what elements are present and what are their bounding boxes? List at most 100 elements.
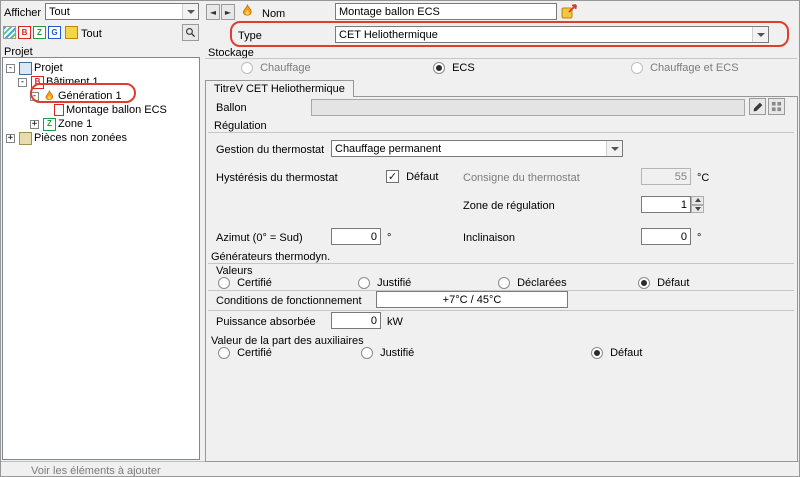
tree-item-projet[interactable]: - Projet — [6, 61, 63, 75]
arrow-right-icon: ► — [225, 8, 231, 17]
radio-label: Chauffage et ECS — [650, 62, 738, 74]
radio-label: Déclarées — [517, 277, 567, 289]
spin-up-icon[interactable] — [691, 196, 704, 205]
zone-regulation-input[interactable] — [641, 196, 691, 213]
tree-item-label: Bâtiment 1 — [46, 76, 99, 88]
defaut-checkbox[interactable]: ✓ Défaut — [386, 170, 438, 183]
regulation-divider — [208, 132, 794, 133]
tree-item-zone[interactable]: + Z Zone 1 — [30, 117, 92, 131]
expand-icon[interactable]: + — [6, 134, 15, 143]
radio-label: ECS — [452, 62, 475, 74]
expand-icon[interactable]: + — [30, 120, 39, 129]
radio-icon — [218, 277, 230, 289]
radio-icon — [241, 62, 253, 74]
chevron-down-icon[interactable] — [182, 4, 198, 19]
nav-forward-button[interactable]: ► — [221, 4, 235, 20]
inclinaison-label: Inclinaison — [463, 232, 515, 244]
filter-all-layers-icon[interactable] — [3, 26, 16, 39]
filter-groupe-icon[interactable]: G — [48, 26, 61, 39]
type-value: CET Heliothermique — [336, 27, 752, 42]
radio-icon — [631, 62, 643, 74]
radio-valeurs-justifie[interactable]: Justifié — [358, 277, 411, 289]
project-tree: - Projet - B Bâtiment 1 - Génération 1 M… — [2, 57, 200, 460]
conditions-divider — [208, 310, 794, 311]
tree-item-label: Projet — [34, 62, 63, 74]
consigne-unit: °C — [697, 172, 709, 184]
nav-back-button[interactable]: ◄ — [206, 4, 220, 20]
search-icon — [185, 27, 196, 38]
radio-valeurs-defaut[interactable]: Défaut — [638, 277, 689, 289]
inclinaison-unit: ° — [697, 232, 701, 244]
filter-zone-icon[interactable]: Z — [33, 26, 46, 39]
auxiliaires-label: Valeur de la part des auxiliaires — [211, 335, 364, 347]
tree-footer-hint: Voir les éléments à ajouter — [31, 465, 161, 477]
radio-icon — [218, 347, 230, 359]
arrow-left-icon: ◄ — [210, 8, 216, 17]
wizard-button[interactable] — [560, 2, 579, 21]
tab-label: TitreV CET Heliothermique — [214, 83, 345, 95]
valeurs-label: Valeurs — [216, 265, 252, 277]
radio-aux-defaut[interactable]: Défaut — [591, 347, 642, 359]
zone-regulation-stepper[interactable] — [691, 196, 704, 213]
consigne-label: Consigne du thermostat — [463, 172, 580, 184]
consigne-input[interactable] — [641, 168, 691, 185]
radio-label: Justifié — [380, 347, 414, 359]
hysteresis-label: Hystérésis du thermostat — [216, 172, 338, 184]
rooms-icon — [19, 132, 32, 145]
radio-icon — [358, 277, 370, 289]
radio-aux-certifie[interactable]: Certifié — [218, 347, 272, 359]
zone-regulation-label: Zone de régulation — [463, 200, 555, 212]
radio-stockage-ecs[interactable]: ECS — [433, 62, 475, 74]
checkbox-label: Défaut — [406, 171, 438, 183]
radio-label: Chauffage — [260, 62, 311, 74]
tree-item-label: Montage ballon ECS — [66, 104, 167, 116]
tree-item-generation[interactable]: - Génération 1 — [30, 89, 122, 103]
tree-item-label: Zone 1 — [58, 118, 92, 130]
puissance-unit: kW — [387, 316, 403, 328]
afficher-dropdown[interactable]: Tout — [45, 3, 199, 20]
collapse-icon[interactable]: - — [30, 92, 39, 101]
nom-input[interactable] — [335, 3, 557, 20]
gestion-thermostat-dropdown[interactable]: Chauffage permanent — [331, 140, 623, 157]
collapse-icon[interactable]: - — [18, 78, 27, 87]
ballon-field[interactable] — [311, 99, 745, 116]
inclinaison-input[interactable] — [641, 228, 691, 245]
collapse-icon[interactable]: - — [6, 64, 15, 73]
batiment-icon: B — [31, 76, 44, 89]
ballon-edit-button[interactable] — [749, 98, 766, 115]
radio-stockage-chauffage[interactable]: Chauffage — [241, 62, 311, 74]
radio-aux-justifie[interactable]: Justifié — [361, 347, 414, 359]
tree-item-pieces[interactable]: + Pièces non zonées — [6, 131, 127, 145]
tree-item-montage[interactable]: Montage ballon ECS — [54, 103, 167, 117]
azimut-input[interactable] — [331, 228, 381, 245]
radio-valeurs-certifie[interactable]: Certifié — [218, 277, 272, 289]
filter-batiment-icon[interactable]: B — [18, 26, 31, 39]
ballon-picker-button[interactable] — [768, 98, 785, 115]
nom-label: Nom — [262, 8, 285, 20]
radio-stockage-chauffage-ecs[interactable]: Chauffage et ECS — [631, 62, 739, 74]
radio-valeurs-declarees[interactable]: Déclarées — [498, 277, 567, 289]
radio-icon — [433, 62, 445, 74]
type-dropdown[interactable]: CET Heliothermique — [335, 26, 769, 43]
stockage-divider — [205, 58, 797, 59]
conditions-field[interactable]: +7°C / 45°C — [376, 291, 568, 308]
puissance-label: Puissance absorbée — [216, 316, 316, 328]
azimut-unit: ° — [387, 232, 391, 244]
radio-icon — [638, 277, 650, 289]
spin-down-icon[interactable] — [691, 205, 704, 214]
azimut-label: Azimut (0° = Sud) — [216, 232, 303, 244]
regulation-title: Régulation — [214, 120, 267, 132]
radio-label: Justifié — [377, 277, 411, 289]
puissance-input[interactable] — [331, 312, 381, 329]
afficher-value: Tout — [46, 4, 182, 19]
conditions-label: Conditions de fonctionnement — [216, 295, 362, 307]
generateurs-divider — [208, 263, 794, 264]
radio-icon — [498, 277, 510, 289]
search-button[interactable] — [182, 24, 199, 41]
filter-tout-icon[interactable] — [65, 26, 78, 39]
tree-item-batiment[interactable]: - B Bâtiment 1 — [18, 75, 99, 89]
tree-item-label: Pièces non zonées — [34, 132, 127, 144]
ballon-label: Ballon — [216, 102, 247, 114]
chevron-down-icon[interactable] — [752, 27, 768, 42]
chevron-down-icon[interactable] — [606, 141, 622, 156]
